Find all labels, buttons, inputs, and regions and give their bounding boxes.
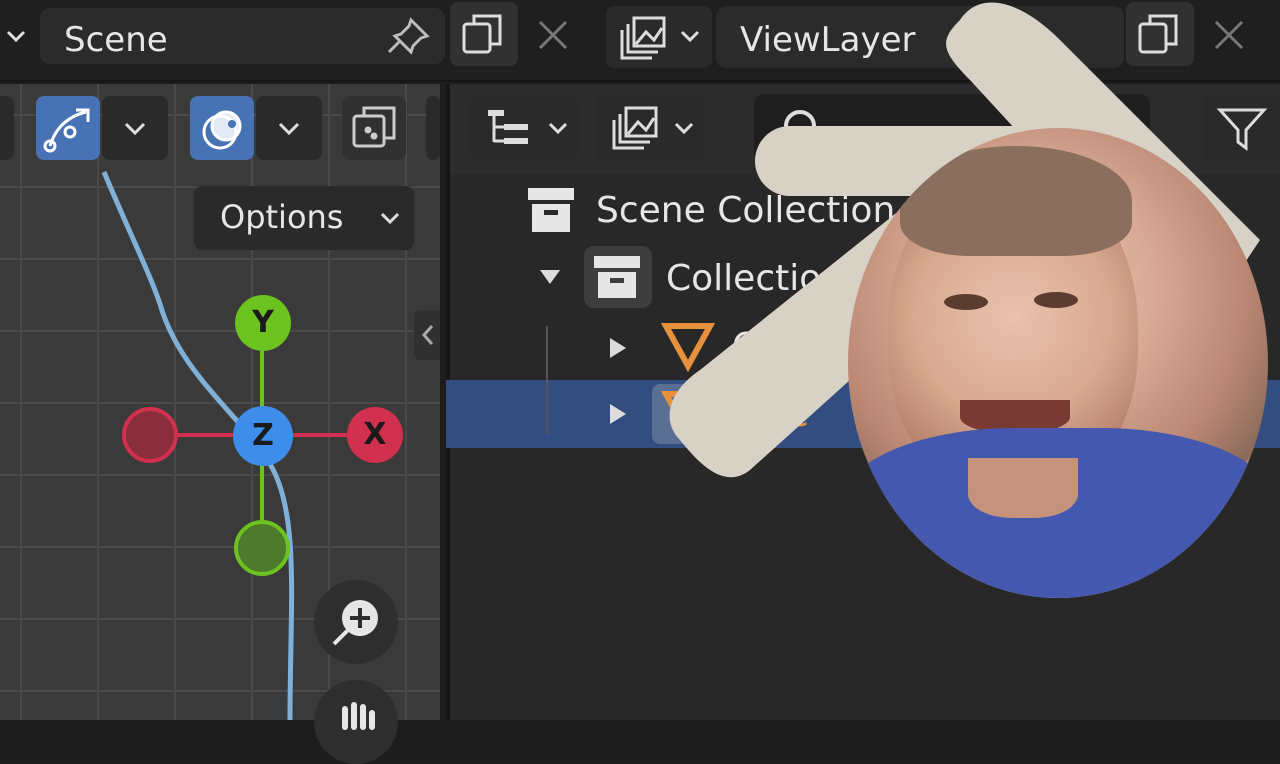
outliner-tree-icon: [488, 110, 528, 144]
overlay-icon: [352, 106, 396, 148]
scene-browse-chevron-icon[interactable]: [0, 12, 36, 58]
next-header-button[interactable]: [426, 96, 440, 160]
collection-box-icon: [528, 188, 574, 232]
gizmo-y-axis[interactable]: Y: [235, 295, 291, 351]
gizmo-x-axis[interactable]: X: [347, 407, 403, 463]
proportional-edit-icon: [202, 110, 242, 150]
chevron-down-icon: [380, 212, 400, 225]
disclosure-triangle-down-icon: [540, 270, 560, 284]
hand-icon: [342, 702, 375, 730]
gizmo-y-label: Y: [252, 305, 274, 340]
duplicate-icon: [462, 14, 502, 54]
chevron-down-icon: [278, 122, 300, 136]
zoom-icon: [332, 600, 378, 646]
options-label: Options: [220, 198, 344, 236]
prev-dropdown[interactable]: [0, 96, 14, 160]
disclosure-triangle-right-icon: [610, 404, 626, 424]
scene-name-field[interactable]: Scene: [40, 8, 445, 64]
chevron-down-icon: [124, 122, 146, 136]
proportional-options-dropdown[interactable]: [256, 96, 322, 160]
zoom-button[interactable]: [314, 580, 398, 664]
neck: [968, 458, 1078, 518]
display-mode-dropdown[interactable]: [470, 94, 578, 162]
gizmo-x-label: X: [363, 417, 387, 452]
pan-button[interactable]: [314, 680, 398, 764]
hair: [900, 146, 1132, 256]
pin-icon[interactable]: [385, 16, 433, 56]
curve-tool-icon: [43, 108, 90, 153]
webcam-overlay: [848, 128, 1268, 598]
tree-guide-line: [546, 326, 548, 434]
options-dropdown[interactable]: Options: [194, 186, 414, 250]
overlay-button[interactable]: [342, 96, 406, 160]
chevron-left-icon: [421, 325, 434, 345]
eye-left: [944, 294, 988, 310]
gizmo-z-axis[interactable]: Z: [233, 406, 293, 466]
disclosure-triangle-right-icon: [610, 338, 626, 358]
viewport-header: [0, 94, 440, 164]
collection-box-icon: [594, 256, 640, 298]
eye-right: [1034, 292, 1078, 308]
gizmo-z-label: Z: [252, 418, 274, 453]
scene-name-text: Scene: [64, 20, 168, 60]
proportional-edit-button[interactable]: [190, 96, 254, 160]
snap-options-dropdown[interactable]: [102, 96, 168, 160]
chevron-down-icon: [548, 122, 568, 135]
new-scene-button[interactable]: [450, 2, 518, 66]
delete-scene-close-icon[interactable]: [530, 14, 576, 58]
snap-toggle-button[interactable]: [36, 96, 100, 160]
sidebar-toggle[interactable]: [414, 310, 440, 360]
